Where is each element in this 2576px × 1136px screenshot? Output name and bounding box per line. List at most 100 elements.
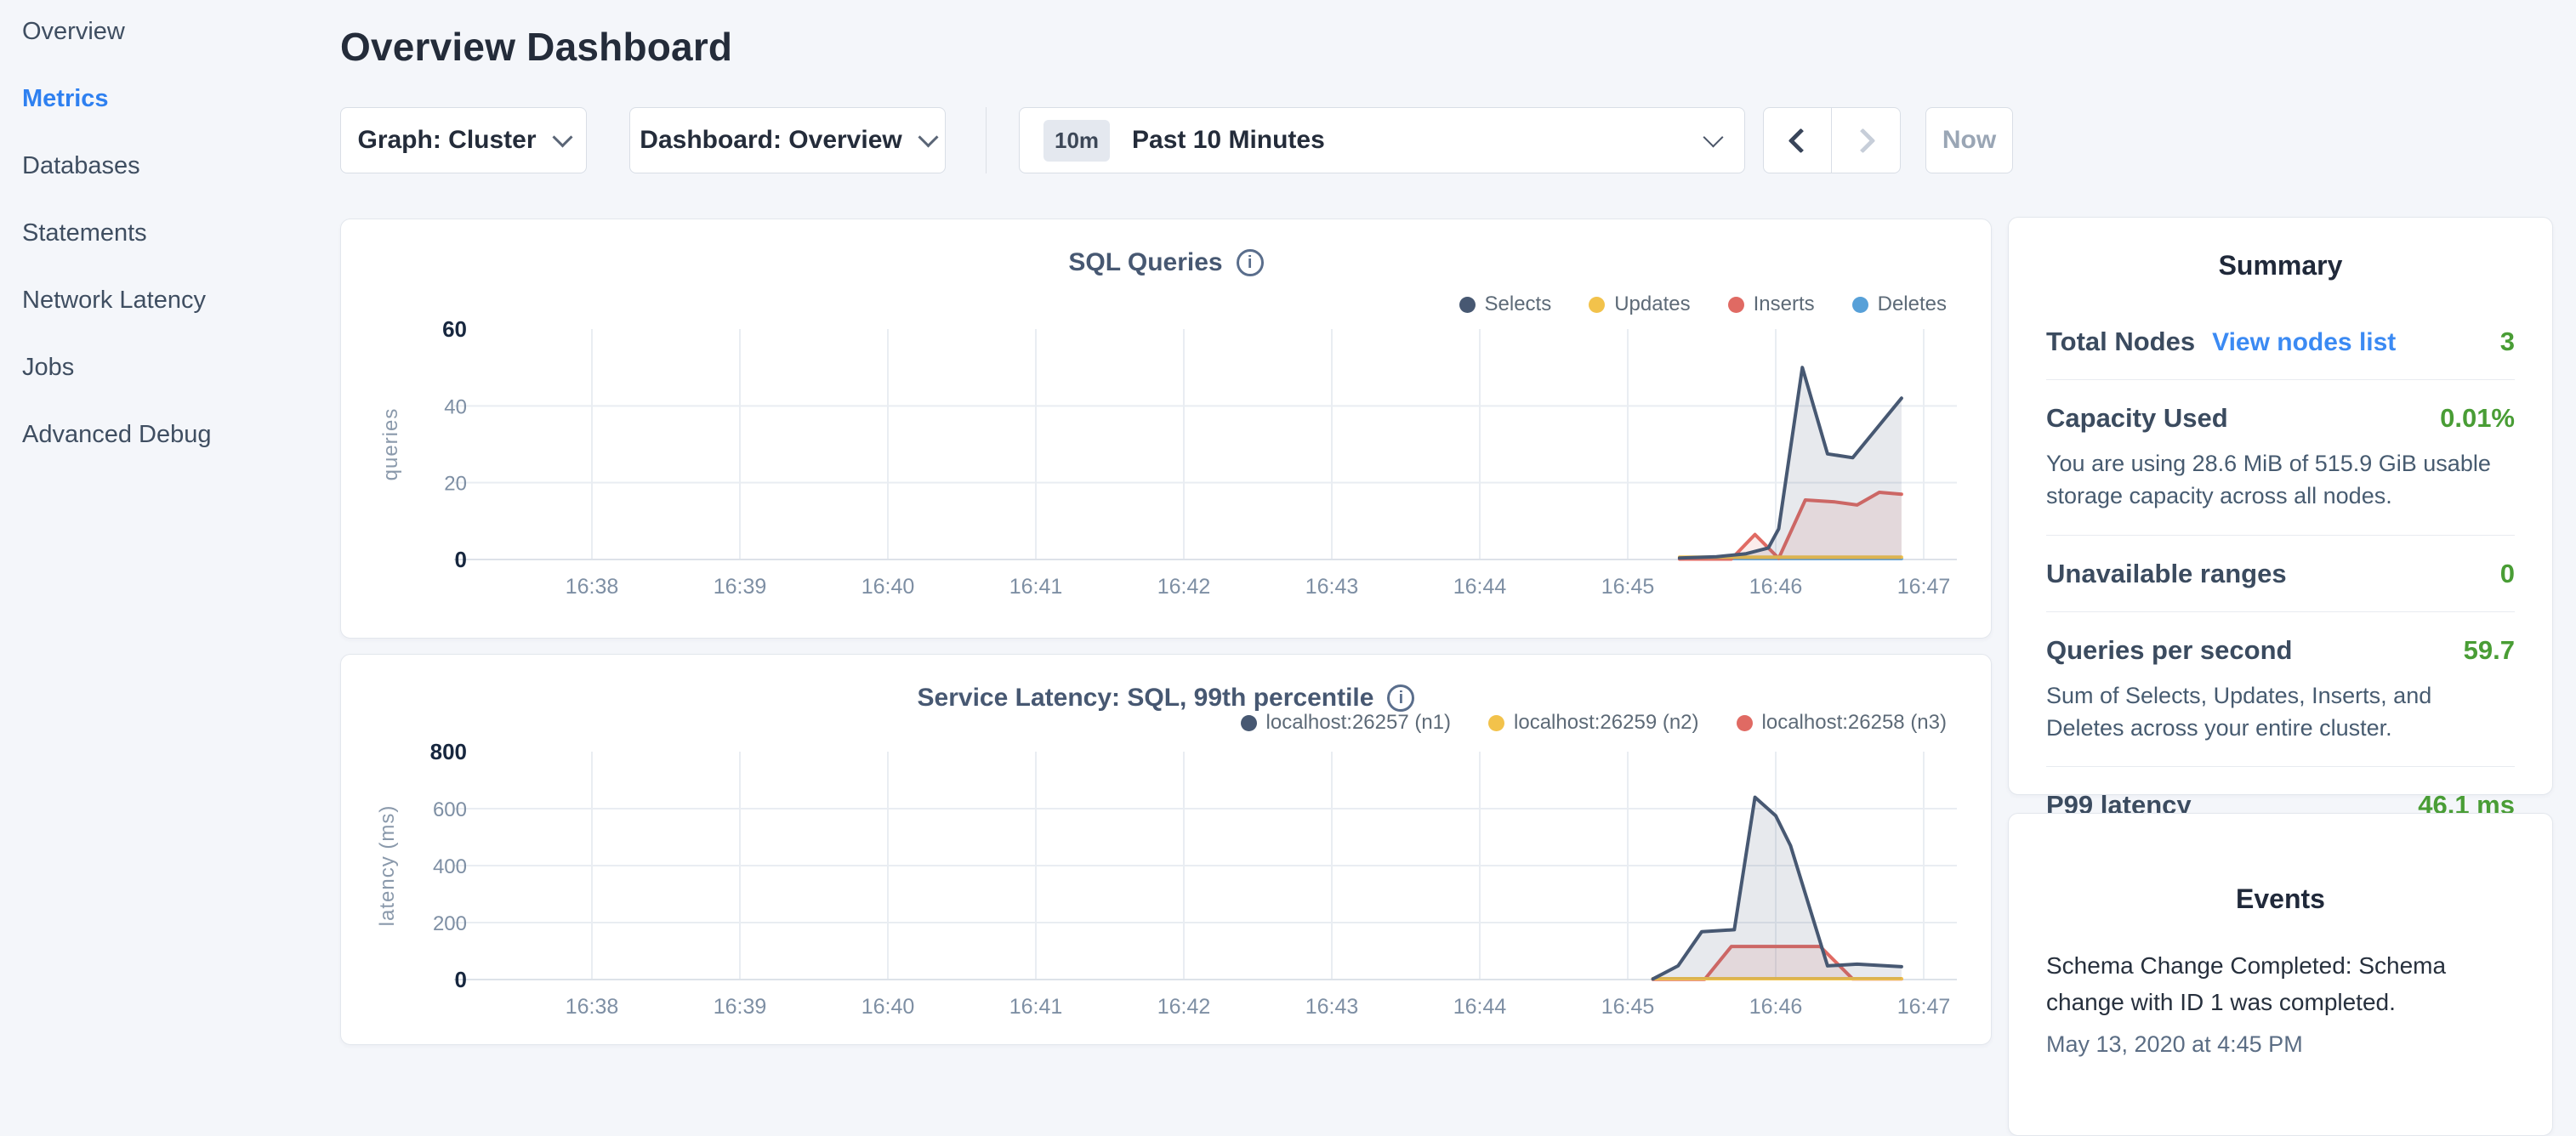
summary-row-label: Unavailable ranges: [2046, 559, 2287, 589]
legend-item[interactable]: localhost:26257 (n1): [1241, 711, 1451, 735]
events-panel: Events Schema Change Completed: Schema c…: [2008, 813, 2553, 1136]
summary-row-description: Sum of Selects, Updates, Inserts, and De…: [2046, 679, 2515, 745]
time-forward-button[interactable]: [1832, 107, 1901, 173]
summary-row-label: Queries per second: [2046, 635, 2292, 666]
chevron-down-icon: [552, 127, 572, 147]
legend-label: localhost:26257 (n1): [1266, 711, 1451, 735]
time-range-picker[interactable]: 10m Past 10 Minutes: [1019, 107, 1745, 173]
time-back-button[interactable]: [1763, 107, 1832, 173]
svg-text:16:44: 16:44: [1453, 575, 1507, 599]
chart-title: SQL Queries: [1068, 248, 1222, 277]
summary-row-value: 0: [2500, 559, 2515, 589]
summary-row-label: Capacity Used: [2046, 403, 2228, 434]
dashboard-dropdown-label: Dashboard: Overview: [640, 126, 901, 155]
chevron-right-icon: [1850, 128, 1875, 153]
svg-text:16:42: 16:42: [1157, 995, 1211, 1019]
summary-row: Queries per second 59.7 Sum of Selects, Up…: [2046, 612, 2515, 768]
svg-text:60: 60: [442, 316, 467, 342]
time-range-badge: 10m: [1043, 120, 1110, 162]
summary-row-description: You are using 28.6 MiB of 515.9 GiB usab…: [2046, 447, 2515, 513]
svg-text:16:41: 16:41: [1009, 575, 1063, 599]
events-title: Events: [2009, 814, 2552, 915]
legend-item[interactable]: localhost:26258 (n3): [1737, 711, 1947, 735]
legend-item[interactable]: Deletes: [1852, 293, 1947, 316]
legend-item[interactable]: Selects: [1459, 293, 1552, 316]
sql-queries-chart[interactable]: 020406016:3816:3916:4016:4116:4216:4316:…: [341, 219, 1991, 638]
svg-text:16:47: 16:47: [1897, 995, 1951, 1019]
svg-text:16:47: 16:47: [1897, 575, 1951, 599]
legend-item[interactable]: Updates: [1589, 293, 1690, 316]
legend-dot-icon: [1852, 297, 1868, 313]
legend-item[interactable]: localhost:26259 (n2): [1488, 711, 1698, 735]
svg-text:queries: queries: [379, 408, 402, 481]
page-title: Overview Dashboard: [340, 24, 732, 70]
legend-dot-icon: [1459, 297, 1476, 313]
summary-row: Total Nodes View nodes list 3: [2046, 304, 2515, 380]
svg-text:16:43: 16:43: [1305, 575, 1359, 599]
svg-text:600: 600: [433, 798, 467, 821]
summary-row-value: 59.7: [2464, 635, 2515, 666]
svg-text:16:39: 16:39: [714, 575, 767, 599]
info-icon[interactable]: [1237, 249, 1264, 276]
chart-legend: localhost:26257 (n1) localhost:26259 (n2)…: [1241, 711, 1947, 735]
svg-text:0: 0: [455, 967, 467, 992]
svg-text:200: 200: [433, 912, 467, 935]
summary-row: Capacity Used 0.01% You are using 28.6 MiB…: [2046, 380, 2515, 536]
summary-title: Summary: [2009, 218, 2552, 281]
graph-dropdown-label: Graph: Cluster: [357, 126, 536, 155]
summary-row-value: 3: [2500, 327, 2515, 357]
svg-text:16:38: 16:38: [566, 995, 619, 1019]
svg-text:20: 20: [444, 473, 467, 496]
legend-dot-icon: [1737, 715, 1753, 731]
svg-text:16:45: 16:45: [1601, 575, 1655, 599]
svg-text:16:46: 16:46: [1749, 575, 1803, 599]
event-message: Schema Change Completed: Schema change w…: [2046, 947, 2515, 1021]
legend-label: localhost:26258 (n3): [1762, 711, 1947, 735]
legend-label: Updates: [1614, 293, 1690, 316]
legend-label: Inserts: [1754, 293, 1815, 316]
svg-text:16:46: 16:46: [1749, 995, 1803, 1019]
now-button[interactable]: Now: [1925, 107, 2013, 173]
time-range-label: Past 10 Minutes: [1132, 126, 1325, 155]
legend-label: Deletes: [1878, 293, 1947, 316]
sidebar: Overview Metrics Databases Statements Networ…: [0, 0, 362, 447]
view-nodes-list-link[interactable]: View nodes list: [2212, 328, 2396, 357]
sidebar-item-databases[interactable]: Databases: [22, 154, 362, 179]
time-nav-buttons: [1763, 107, 1901, 173]
chevron-left-icon: [1788, 128, 1814, 153]
legend-label: Selects: [1485, 293, 1552, 316]
svg-text:latency (ms): latency (ms): [376, 805, 399, 927]
sidebar-item-overview[interactable]: Overview: [22, 20, 362, 44]
svg-text:400: 400: [433, 855, 467, 878]
svg-text:0: 0: [455, 547, 467, 572]
info-icon[interactable]: [1387, 684, 1414, 712]
svg-text:16:41: 16:41: [1009, 995, 1063, 1019]
svg-text:16:44: 16:44: [1453, 995, 1507, 1019]
legend-dot-icon: [1589, 297, 1605, 313]
legend-dot-icon: [1728, 297, 1744, 313]
chevron-down-icon: [1703, 127, 1723, 147]
chart-title: Service Latency: SQL, 99th percentile: [918, 684, 1374, 713]
svg-text:16:43: 16:43: [1305, 995, 1359, 1019]
toolbar-divider: [986, 107, 987, 173]
legend-dot-icon: [1241, 715, 1257, 731]
legend-dot-icon: [1488, 715, 1504, 731]
dashboard-dropdown[interactable]: Dashboard: Overview: [629, 107, 946, 173]
chart-legend: Selects Updates Inserts Deletes: [1459, 293, 1948, 316]
sidebar-item-metrics[interactable]: Metrics: [22, 87, 362, 111]
svg-text:16:38: 16:38: [566, 575, 619, 599]
sidebar-item-advanced-debug[interactable]: Advanced Debug: [22, 423, 362, 447]
legend-item[interactable]: Inserts: [1728, 293, 1815, 316]
svg-text:16:45: 16:45: [1601, 995, 1655, 1019]
svg-text:16:39: 16:39: [714, 995, 767, 1019]
graph-dropdown[interactable]: Graph: Cluster: [340, 107, 587, 173]
sql-queries-chart-card: 020406016:3816:3916:4016:4116:4216:4316:…: [340, 219, 1992, 639]
summary-row-value: 0.01%: [2440, 403, 2515, 434]
svg-text:800: 800: [430, 739, 467, 764]
sidebar-item-statements[interactable]: Statements: [22, 221, 362, 246]
svg-text:16:42: 16:42: [1157, 575, 1211, 599]
summary-row-label: Total Nodes: [2046, 327, 2195, 357]
sidebar-item-network-latency[interactable]: Network Latency: [22, 288, 362, 313]
summary-row: Unavailable ranges 0: [2046, 536, 2515, 612]
sidebar-item-jobs[interactable]: Jobs: [22, 355, 362, 380]
